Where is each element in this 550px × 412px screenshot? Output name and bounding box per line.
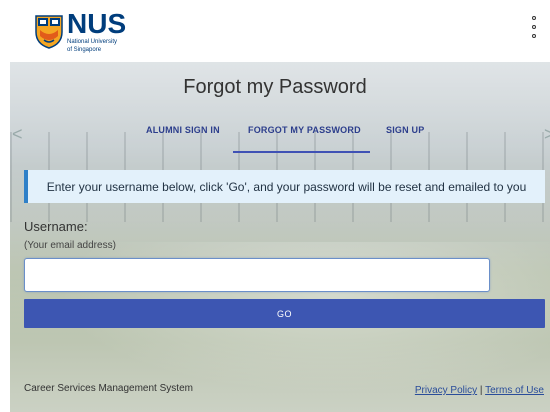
username-label: Username:: [24, 219, 88, 234]
page-title: Forgot my Password: [183, 76, 367, 98]
username-hint: (Your email address): [24, 240, 116, 251]
footer-separator: |: [477, 385, 486, 396]
nus-logo[interactable]: NUS National University of Singapore: [34, 10, 126, 54]
footer-system-name: Career Services Management System: [24, 383, 193, 394]
menu-dot: [532, 34, 536, 38]
username-input[interactable]: [24, 258, 490, 292]
tab-sign-up[interactable]: SIGN UP: [386, 125, 424, 135]
menu-dot: [532, 25, 536, 29]
menu-dot: [532, 16, 536, 20]
tab-bar: ALUMNI SIGN IN FORGOT MY PASSWORD SIGN U…: [0, 125, 550, 153]
terms-of-use-link[interactable]: Terms of Use: [485, 385, 544, 396]
privacy-policy-link[interactable]: Privacy Policy: [415, 385, 477, 396]
logo-subtitle-1: National University: [67, 39, 118, 45]
more-vertical-icon[interactable]: [532, 16, 538, 38]
active-tab-indicator: [233, 151, 370, 153]
tab-forgot-my-password[interactable]: FORGOT MY PASSWORD: [248, 125, 361, 135]
info-message: Enter your username below, click 'Go', a…: [24, 170, 545, 203]
footer-links: Privacy Policy | Terms of Use: [415, 385, 544, 396]
go-button[interactable]: GO: [24, 299, 545, 328]
tab-alumni-sign-in[interactable]: ALUMNI SIGN IN: [146, 125, 220, 135]
background-campus-image: [10, 62, 550, 412]
nus-crest-icon: [35, 15, 63, 49]
header: NUS National University of Singapore: [0, 0, 550, 62]
logo-wordmark: NUS: [67, 8, 127, 39]
logo-subtitle-2: of Singapore: [67, 46, 102, 53]
